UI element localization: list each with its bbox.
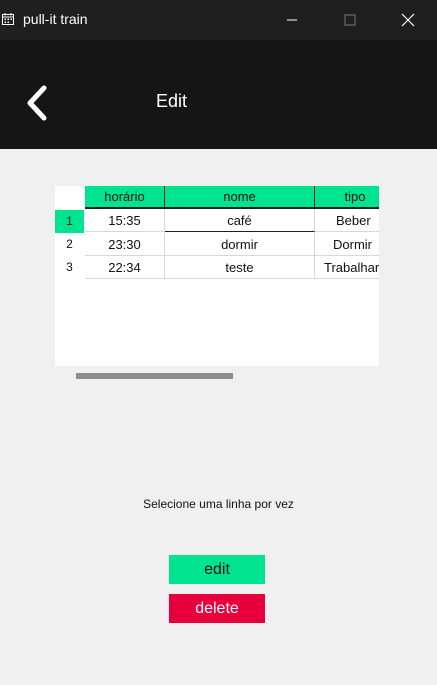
close-button[interactable]: [379, 0, 437, 40]
table-corner: [55, 186, 85, 208]
column-header-horario[interactable]: horário: [85, 186, 165, 209]
close-icon: [401, 13, 415, 27]
row-header[interactable]: 1: [55, 210, 84, 233]
table-cell-horario[interactable]: 15:35: [85, 209, 165, 232]
edit-button[interactable]: edit: [169, 555, 265, 584]
table-cell-horario[interactable]: 23:30: [85, 233, 165, 256]
window-titlebar: pull-it train: [0, 0, 437, 40]
row-header[interactable]: 3: [55, 256, 84, 279]
table-cell-tipo[interactable]: Dormir: [315, 233, 379, 256]
schedule-table[interactable]: horário nome tipo 1 15:35 café Beber 2 2…: [55, 186, 379, 366]
row-header[interactable]: 2: [55, 233, 84, 256]
horizontal-scrollbar[interactable]: [76, 373, 233, 379]
table-cell-nome[interactable]: café: [165, 209, 315, 232]
maximize-button[interactable]: [321, 0, 379, 40]
chevron-left-icon: [27, 85, 47, 121]
delete-button[interactable]: delete: [169, 594, 265, 623]
table-cell-tipo[interactable]: Beber: [315, 209, 379, 232]
minimize-button[interactable]: [263, 0, 321, 40]
app-header: Edit: [0, 40, 437, 149]
page-title: Edit: [156, 91, 188, 111]
minimize-icon: [287, 19, 297, 21]
table-cell-nome[interactable]: dormir: [165, 233, 315, 256]
window-title: pull-it train: [23, 11, 88, 27]
maximize-icon: [344, 14, 356, 26]
column-header-tipo[interactable]: tipo: [315, 186, 379, 209]
calendar-icon: [2, 13, 14, 25]
table-cell-horario[interactable]: 22:34: [85, 256, 165, 279]
column-header-nome[interactable]: nome: [165, 186, 315, 209]
table-cell-nome[interactable]: teste: [165, 256, 315, 279]
selection-hint: Selecione uma linha por vez: [143, 497, 294, 511]
back-button[interactable]: [22, 84, 54, 124]
table-cell-tipo[interactable]: Trabalhar: [315, 256, 379, 279]
